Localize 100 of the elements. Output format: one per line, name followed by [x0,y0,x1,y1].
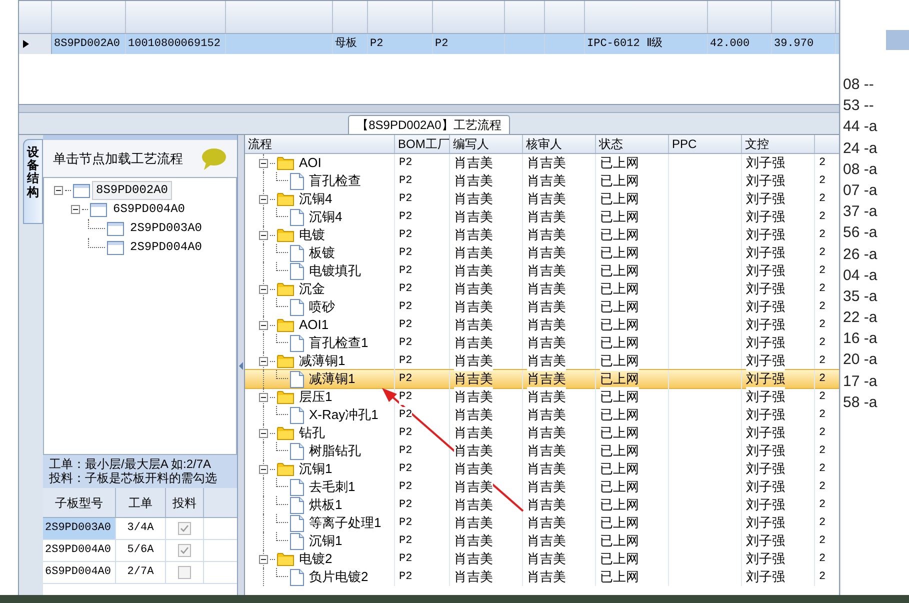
document-icon [290,208,304,226]
table-cell[interactable]: 2S9PD003A0 [43,518,116,539]
table-cell: 肖吉美 [454,459,493,479]
header-bar [886,30,909,50]
table-cell: 已上网 [600,351,639,371]
column-header[interactable]: BOM工厂 [395,135,450,153]
flow-row[interactable]: 沉金 P2 肖吉美 肖吉美 已上网 刘子强 2 [245,280,839,298]
column-header[interactable]: PPC [669,135,742,153]
flow-row[interactable]: 沉铜4 P2 肖吉美 肖吉美 已上网 刘子强 2 [245,190,839,208]
column-header[interactable]: 投料 [166,488,204,517]
step-name: 喷砂 [308,298,335,316]
table-cell: P2 [399,388,412,406]
table-cell-text: P2 [399,372,412,387]
document-icon [290,244,304,262]
document-icon [290,298,304,316]
collapse-icon[interactable] [54,186,63,195]
tree-line [65,190,71,191]
step-name: 板镀 [308,244,335,262]
collapse-icon[interactable] [259,464,268,474]
collapse-icon[interactable] [71,205,80,214]
table-cell-text: IPC-6012 Ⅱ级 [587,36,662,52]
document-icon [290,442,304,460]
flow-row[interactable]: 负片电镀2 P2 肖吉美 肖吉美 已上网 刘子强 2 [245,568,839,586]
folder-icon [277,192,294,206]
column-header[interactable]: 文控 [742,135,815,153]
table-cell: 5/6A [116,540,166,561]
column-header[interactable]: 子板型号 [43,488,116,517]
list-text: 58 -a [843,392,878,413]
tree-line [276,208,288,217]
tree-line [276,244,288,253]
collapse-icon[interactable] [259,230,268,240]
step-name: 盲孔检查1 [308,334,368,352]
tree-line [82,209,88,210]
tree-node[interactable]: 8S9PD002A0 [92,181,172,200]
document-icon [290,532,304,550]
note-text: 工单：最小层/最大层A 如:2/7A [49,457,212,471]
flow-tab[interactable]: 【8S9PD002A0】工艺流程 [348,115,510,134]
folder-icon [277,156,294,170]
column-header[interactable]: 核审人 [523,135,596,153]
side-tab[interactable]: 设备结构 [23,139,43,224]
step-name: 沉铜1 [298,460,332,478]
folder-icon [277,426,294,440]
flow-row[interactable]: 沉铜1 P2 肖吉美 肖吉美 已上网 刘子强 2 [245,460,839,478]
table-cell-text: 母板 [335,36,357,52]
table-cell: 肖吉美 [454,441,493,461]
tree-node[interactable]: 2S9PD003A0 [126,219,206,238]
collapse-icon[interactable] [259,356,268,366]
flow-row[interactable]: AOI1 P2 肖吉美 肖吉美 已上网 刘子强 2 [245,316,839,334]
flow-row[interactable]: 电镀 P2 肖吉美 肖吉美 已上网 刘子强 2 [245,226,839,244]
list-text: 56 -a [843,223,878,244]
step-name: X-Ray冲孔1 [308,406,378,424]
tree-line [276,496,288,505]
collapse-icon[interactable] [259,194,268,204]
window-icon [107,240,124,254]
flow-row[interactable]: 电镀2 P2 肖吉美 肖吉美 已上网 刘子强 2 [245,550,839,568]
document-icon [290,172,304,190]
step-name: 烘板1 [308,496,342,514]
window-icon [90,202,107,216]
step-name: 电镀 [298,226,325,244]
step-name: 盲孔检查 [308,172,361,190]
table-cell[interactable]: 2S9PD004A0 [43,540,116,561]
collapse-icon[interactable] [259,392,268,402]
speech-bubble-icon [201,148,227,170]
list-text: 26 -a [843,244,878,264]
list-text: 17 -a [843,372,878,392]
tree-line [276,406,288,415]
column-header[interactable]: 流程 [245,135,395,153]
tree-line [276,262,288,271]
collapse-icon[interactable] [259,158,268,168]
collapse-icon[interactable] [259,320,268,330]
document-icon [290,478,304,496]
tree-line [276,478,288,487]
collapse-icon[interactable] [259,428,268,438]
step-name: 沉铜1 [308,532,342,550]
column-header[interactable]: 工单 [116,488,166,517]
flow-row[interactable]: 钻孔 P2 肖吉美 肖吉美 已上网 刘子强 2 [245,424,839,442]
tree-node[interactable]: 2S9PD004A0 [126,238,206,257]
table-cell: 肖吉美 [454,351,493,371]
column-header[interactable]: 编写人 [450,135,523,153]
table-cell[interactable]: 6S9PD004A0 [43,562,116,583]
step-name: AOI1 [298,316,329,334]
tree-line [276,298,288,307]
column-header[interactable]: 状态 [596,135,669,153]
list-text: 35 -a [843,286,878,307]
table-cell-text: 10010800069152 [128,36,220,52]
tree-line [88,238,105,248]
tree-node[interactable]: 6S9PD004A0 [109,200,190,219]
tree-line [276,172,288,181]
list-text: 24 -a [843,138,878,159]
table-cell: 肖吉美 [527,351,566,371]
step-name: 电镀2 [298,550,332,568]
table-cell-text: 2 [819,372,826,387]
collapse-icon[interactable] [259,284,268,294]
document-icon [290,514,304,532]
collapse-icon[interactable] [259,554,268,564]
tree-line [276,532,288,541]
flow-row[interactable]: 减薄铜1 P2 肖吉美 肖吉美 已上网 刘子强 2 [245,370,839,388]
table-cell-text: P2 [435,36,448,52]
grid-row[interactable]: 8S9PD002A0 10010800069152 母板 P2 P2 IPC-6012 Ⅱ级 42.000 39.970 [19,34,839,54]
document-icon [290,262,304,280]
